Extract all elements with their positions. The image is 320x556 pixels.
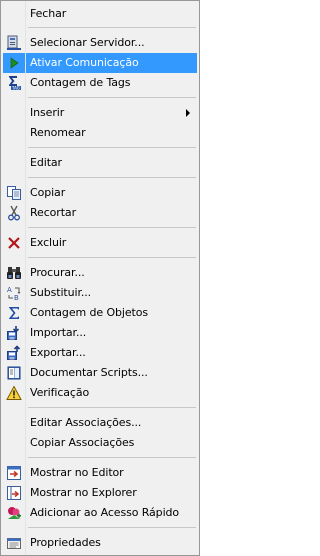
menu-item-documentar-scripts[interactable]: Documentar Scripts... <box>3 363 197 383</box>
sigma-icon <box>6 305 22 321</box>
menu-item-label: Propriedades <box>30 536 101 549</box>
svg-text:B: B <box>14 294 19 301</box>
menu-item-label: Verificação <box>30 386 90 399</box>
menu-item-copiar[interactable]: Copiar <box>3 183 197 203</box>
menu-item-contagem-de-tags[interactable]: TAG Contagem de Tags <box>3 73 197 93</box>
menu-item-label: Selecionar Servidor... <box>30 36 145 49</box>
menu-item-mostrar-no-editor[interactable]: Mostrar no Editor <box>3 463 197 483</box>
menu-item-editar-associacoes[interactable]: Editar Associações... <box>3 413 197 433</box>
menu-separator <box>28 257 196 258</box>
menu-item-label: Copiar Associações <box>30 436 135 449</box>
menu-item-ativar-comunicacao[interactable]: Ativar Comunicação <box>3 53 197 73</box>
menu-item-inserir[interactable]: Inserir <box>3 103 197 123</box>
menu-item-mostrar-no-explorer[interactable]: Mostrar no Explorer <box>3 483 197 503</box>
menu-item-renomear[interactable]: Renomear <box>3 123 197 143</box>
import-icon <box>6 325 22 341</box>
copy-icon <box>6 185 22 201</box>
menu-item-label: Recortar <box>30 206 76 219</box>
menu-item-fechar[interactable]: Fechar <box>3 4 197 24</box>
menu-separator <box>28 407 196 408</box>
book-icon <box>6 365 22 381</box>
menu-item-contagem-de-objetos[interactable]: Contagem de Objetos <box>3 303 197 323</box>
warning-icon <box>6 385 22 401</box>
menu-item-editar[interactable]: Editar <box>3 153 197 173</box>
properties-icon <box>6 535 22 551</box>
menu-item-label: Mostrar no Editor <box>30 466 124 479</box>
menu-item-selecionar-servidor[interactable]: Selecionar Servidor... <box>3 33 197 53</box>
menu-item-label: Importar... <box>30 326 87 339</box>
menu-item-label: Exportar... <box>30 346 86 359</box>
svg-text:TAG: TAG <box>11 86 20 91</box>
menu-item-excluir[interactable]: Excluir <box>3 233 197 253</box>
export-icon <box>6 345 22 361</box>
submenu-arrow-icon <box>186 109 190 117</box>
menu-item-label: Inserir <box>30 106 65 119</box>
menu-item-label: Fechar <box>30 7 67 20</box>
menu-separator <box>28 97 196 98</box>
menu-item-adicionar-ao-acesso-rapido[interactable]: Adicionar ao Acesso Rápido <box>3 503 197 523</box>
menu-separator <box>28 27 196 28</box>
menu-item-label: Adicionar ao Acesso Rápido <box>30 506 180 519</box>
menu-separator <box>28 177 196 178</box>
scissors-icon <box>6 205 22 221</box>
menu-item-label: Contagem de Objetos <box>30 306 148 319</box>
server-icon <box>6 35 22 51</box>
menu-item-procurar[interactable]: Procurar... <box>3 263 197 283</box>
menu-separator <box>28 527 196 528</box>
menu-item-propriedades[interactable]: Propriedades <box>3 533 197 553</box>
menu-item-label: Documentar Scripts... <box>30 366 148 379</box>
delete-icon <box>6 235 22 251</box>
menu-item-substituir[interactable]: AB Substituir... <box>3 283 197 303</box>
menu-item-label: Ativar Comunicação <box>30 56 139 69</box>
menu-item-verificacao[interactable]: Verificação <box>3 383 197 403</box>
menu-item-recortar[interactable]: Recortar <box>3 203 197 223</box>
tag-count-icon: TAG <box>6 75 22 91</box>
menu-item-label: Mostrar no Explorer <box>30 486 137 499</box>
menu-item-label: Substituir... <box>30 286 92 299</box>
play-icon <box>6 55 22 71</box>
svg-text:A: A <box>7 286 12 294</box>
quick-access-icon <box>6 505 22 521</box>
menu-item-label: Copiar <box>30 186 66 199</box>
menu-item-label: Contagem de Tags <box>30 76 131 89</box>
show-in-explorer-icon <box>6 485 22 501</box>
menu-item-importar[interactable]: Importar... <box>3 323 197 343</box>
menu-item-label: Editar Associações... <box>30 416 142 429</box>
menu-separator <box>28 227 196 228</box>
menu-item-label: Renomear <box>30 126 86 139</box>
show-in-editor-icon <box>6 465 22 481</box>
menu-item-label: Procurar... <box>30 266 85 279</box>
menu-separator <box>28 147 196 148</box>
menu-separator <box>28 457 196 458</box>
context-menu: Fechar Selecionar Servidor... Ativar Com… <box>0 0 200 556</box>
binoculars-icon <box>6 265 22 281</box>
menu-item-label: Editar <box>30 156 62 169</box>
menu-item-copiar-associacoes[interactable]: Copiar Associações <box>3 433 197 453</box>
replace-icon: AB <box>6 285 22 301</box>
menu-item-label: Excluir <box>30 236 67 249</box>
menu-item-exportar[interactable]: Exportar... <box>3 343 197 363</box>
